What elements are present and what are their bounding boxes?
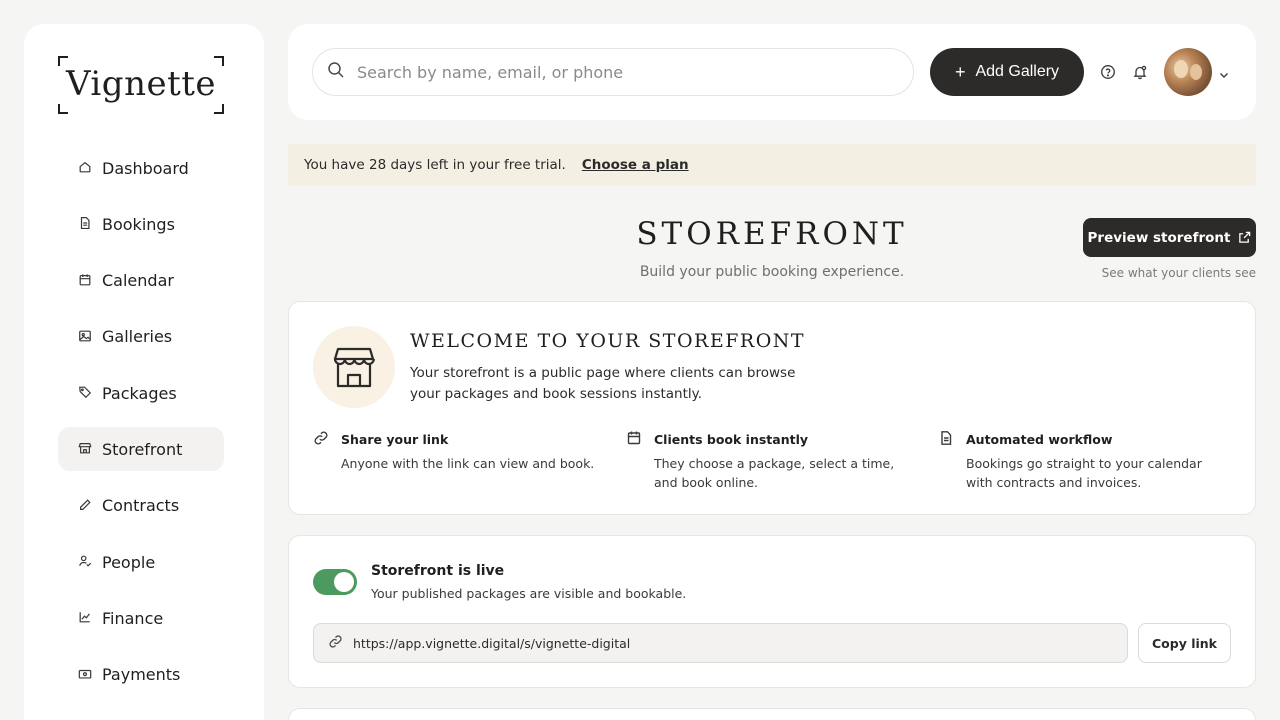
sidebar-item-label: Dashboard	[102, 158, 189, 178]
sidebar-item-label: Payments	[102, 665, 181, 685]
preview-note: See what your clients see	[1101, 266, 1256, 280]
preview-storefront-label: Preview storefront	[1087, 229, 1231, 246]
live-status-title: Storefront is live	[371, 563, 505, 579]
feature-description: They choose a package, select a time, an…	[654, 456, 895, 490]
sidebar-item-label: People	[102, 552, 156, 572]
trial-banner: You have 28 days left in your free trial…	[288, 144, 1256, 186]
storefront-badge	[313, 326, 395, 408]
pen-icon	[78, 498, 94, 514]
calendar-icon	[626, 430, 644, 448]
add-gallery-label: Add Gallery	[975, 63, 1060, 80]
document-icon	[938, 430, 956, 448]
welcome-description: Your storefront is a public page where c…	[410, 365, 796, 402]
storefront-url-input[interactable]	[353, 635, 1127, 651]
store-icon	[333, 347, 375, 388]
search-input[interactable]	[357, 62, 913, 82]
search-icon	[327, 61, 357, 83]
calendar-icon	[78, 273, 94, 289]
sidebar-item-contracts[interactable]: Contracts	[58, 484, 224, 528]
copy-link-button[interactable]: Copy link	[1138, 623, 1231, 663]
feature-title: Share your link	[341, 432, 449, 447]
sidebar-item-dashboard[interactable]: Dashboard	[58, 146, 224, 190]
page-title: STOREFRONT	[636, 216, 908, 252]
storefront-live-card: Storefront is live Your published packag…	[288, 535, 1256, 688]
trial-message: You have 28 days left in your free trial…	[304, 157, 566, 173]
search-box[interactable]	[312, 48, 914, 96]
sidebar-item-people[interactable]: People	[58, 540, 224, 584]
choose-plan-link[interactable]: Choose a plan	[582, 157, 689, 173]
notification-bell-icon[interactable]	[1132, 64, 1148, 80]
chart-line-icon	[78, 610, 94, 626]
feature-title: Clients book instantly	[654, 432, 809, 447]
user-check-icon	[78, 554, 94, 570]
storefront-url-field[interactable]	[313, 623, 1128, 663]
toggle-knob	[334, 572, 354, 592]
sidebar-item-galleries[interactable]: Galleries	[58, 315, 224, 359]
banknote-icon	[78, 667, 94, 683]
store-icon	[78, 441, 94, 457]
sidebar-item-payments[interactable]: Payments	[58, 653, 224, 697]
avatar-photo-detail	[1190, 64, 1202, 80]
brand-logo[interactable]: Vignette	[58, 56, 224, 114]
logo-text: Vignette	[65, 64, 217, 104]
image-icon	[78, 329, 94, 345]
sidebar-item-label: Calendar	[102, 271, 174, 291]
sidebar-item-label: Bookings	[102, 214, 175, 234]
preview-storefront-button[interactable]: Preview storefront	[1083, 218, 1256, 257]
external-link-icon	[1239, 231, 1251, 243]
top-bar: + Add Gallery	[288, 24, 1256, 120]
logo-corner	[214, 104, 224, 114]
sidebar-item-packages[interactable]: Packages	[58, 371, 224, 415]
live-status-description: Your published packages are visible and …	[371, 586, 687, 601]
home-icon	[78, 160, 94, 176]
link-icon	[328, 634, 353, 653]
sidebar-item-label: Packages	[102, 383, 177, 403]
sidebar: Vignette Dashboard Bookings Calendar Gal…	[24, 24, 264, 720]
feature-description: Bookings go straight to your calendar wi…	[966, 456, 1202, 490]
sidebar-item-label: Storefront	[102, 439, 183, 459]
page-subtitle: Build your public booking experience.	[639, 264, 905, 280]
add-gallery-button[interactable]: + Add Gallery	[930, 48, 1084, 96]
sidebar-item-label: Galleries	[102, 327, 173, 347]
sidebar-item-label: Contracts	[102, 496, 180, 516]
welcome-title: WELCOME TO YOUR STOREFRONT	[410, 330, 806, 352]
sidebar-nav: Dashboard Bookings Calendar Galleries Pa…	[58, 146, 224, 709]
welcome-card: WELCOME TO YOUR STOREFRONT Your storefro…	[288, 301, 1256, 515]
sidebar-item-calendar[interactable]: Calendar	[58, 259, 224, 303]
link-icon	[313, 430, 331, 448]
feature-description: Anyone with the link can view and book.	[341, 456, 595, 471]
sidebar-item-finance[interactable]: Finance	[58, 596, 224, 640]
logo-corner	[58, 104, 68, 114]
storefront-live-toggle[interactable]	[313, 569, 357, 595]
document-icon	[78, 216, 94, 232]
sidebar-item-storefront[interactable]: Storefront	[58, 427, 224, 472]
feature-title: Automated workflow	[966, 432, 1113, 447]
plus-icon: +	[954, 61, 966, 82]
tag-icon	[78, 385, 94, 401]
user-avatar[interactable]	[1164, 48, 1212, 96]
sidebar-item-bookings[interactable]: Bookings	[58, 202, 224, 246]
avatar-photo-detail	[1174, 60, 1188, 78]
sidebar-item-label: Finance	[102, 608, 164, 628]
chevron-down-icon[interactable]	[1218, 66, 1230, 78]
help-circle-icon[interactable]	[1100, 64, 1116, 80]
next-section-card	[288, 708, 1256, 720]
